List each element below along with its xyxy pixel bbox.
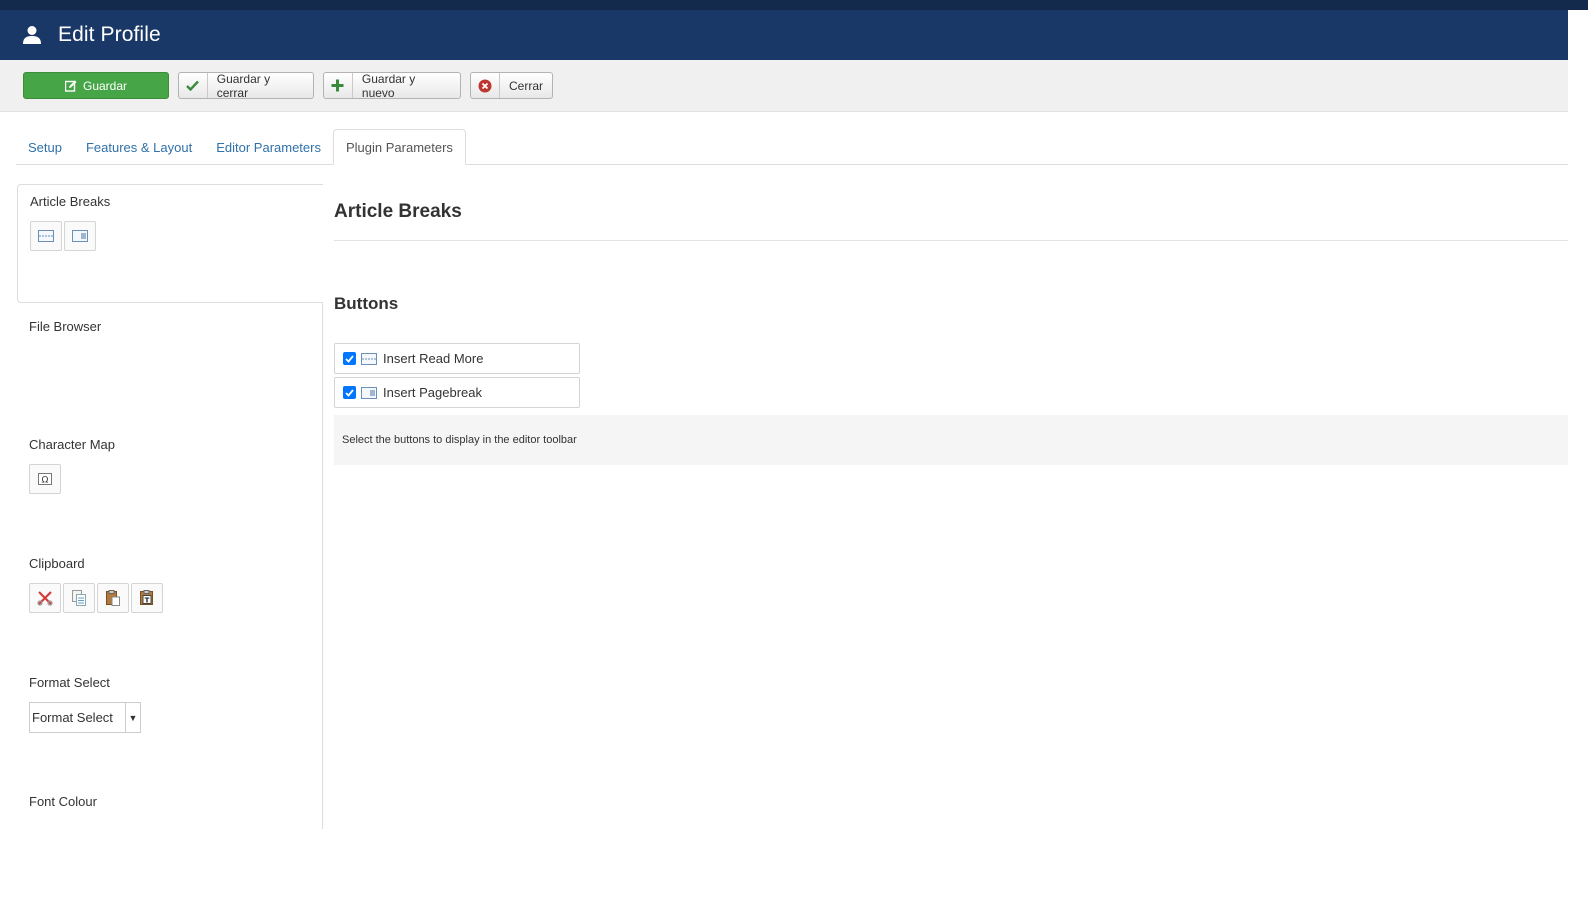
close-label: Cerrar: [508, 78, 543, 93]
save-new-button[interactable]: Guardar y nuevo: [323, 71, 461, 100]
plus-icon: [324, 73, 353, 98]
edit-icon: [64, 73, 77, 98]
svg-text:Ω: Ω: [42, 476, 49, 486]
page-title: Edit Profile: [58, 23, 161, 46]
tab-setup[interactable]: Setup: [16, 129, 74, 165]
cut-icon: [29, 583, 61, 613]
sidebar-item-label: Format Select: [29, 675, 110, 690]
save-new-label: Guardar y nuevo: [361, 71, 416, 100]
sidebar-item-label: Character Map: [29, 437, 115, 452]
button-option-label: Insert Read More: [383, 351, 484, 366]
cancel-icon: [471, 73, 500, 98]
close-button[interactable]: Cerrar: [470, 72, 553, 99]
heading-divider: [334, 240, 1568, 241]
insert-read-more-icon: [361, 352, 377, 365]
tab-features-layout[interactable]: Features & Layout: [74, 129, 204, 165]
sidebar-item-label: Article Breaks: [30, 194, 111, 209]
save-close-button[interactable]: Guardar y cerrar: [178, 71, 314, 100]
sidebar-item-label: File Browser: [29, 319, 102, 334]
window-scrollbar[interactable]: [1568, 10, 1588, 820]
insert-read-more-icon: [30, 221, 62, 251]
buttons-heading: Buttons: [334, 294, 399, 313]
save-label: Guardar: [82, 78, 128, 93]
checkbox-pagebreak[interactable]: [343, 386, 356, 399]
check-icon: [179, 73, 208, 98]
format-select-dropdown[interactable]: Format Select ▼: [29, 702, 141, 733]
format-select-value: Format Select: [32, 710, 113, 725]
button-option-row[interactable]: Insert Read More: [334, 343, 580, 374]
page-header: Edit Profile: [0, 10, 1568, 60]
insert-pagebreak-icon: [361, 386, 377, 399]
checkbox-read-more[interactable]: [343, 352, 356, 365]
sidebar-item-article-breaks[interactable]: Article Breaks: [17, 184, 323, 303]
chevron-down-icon: ▼: [125, 703, 140, 732]
user-icon: [23, 26, 41, 44]
plugin-sidebar: Article Breaks File Browser Character Ma…: [17, 184, 323, 829]
section-heading: Article Breaks: [334, 201, 462, 222]
omega-icon: Ω: [29, 464, 61, 494]
save-button[interactable]: Guardar: [23, 72, 169, 99]
button-option-row[interactable]: Insert Pagebreak: [334, 377, 580, 408]
top-strip: [0, 0, 1588, 10]
toolbar: Guardar Guardar y cerrar Guardar y nuevo…: [0, 60, 1568, 112]
paste-icon: [97, 583, 129, 613]
tab-editor-parameters[interactable]: Editor Parameters: [204, 129, 333, 165]
help-text: Select the buttons to display in the edi…: [334, 415, 1568, 465]
sidebar-item-font-colour[interactable]: Font Colour: [17, 785, 323, 904]
tab-plugin-parameters[interactable]: Plugin Parameters: [332, 129, 466, 165]
sidebar-item-label: Clipboard: [29, 556, 85, 571]
tab-bar: Setup Features & Layout Editor Parameter…: [16, 129, 466, 165]
paste-text-icon: T: [131, 583, 163, 613]
save-close-label: Guardar y cerrar: [216, 71, 271, 100]
sidebar-item-label: Font Colour: [29, 794, 97, 809]
sidebar-item-file-browser[interactable]: File Browser: [17, 310, 323, 429]
sidebar-item-format-select[interactable]: Format Select Format Select ▼: [17, 666, 323, 785]
svg-text:T: T: [145, 597, 150, 605]
button-option-label: Insert Pagebreak: [383, 385, 483, 400]
sidebar-item-clipboard[interactable]: Clipboard T: [17, 547, 323, 666]
sidebar-item-character-map[interactable]: Character Map Ω: [17, 428, 323, 547]
insert-pagebreak-icon: [64, 221, 96, 251]
copy-icon: [63, 583, 95, 613]
